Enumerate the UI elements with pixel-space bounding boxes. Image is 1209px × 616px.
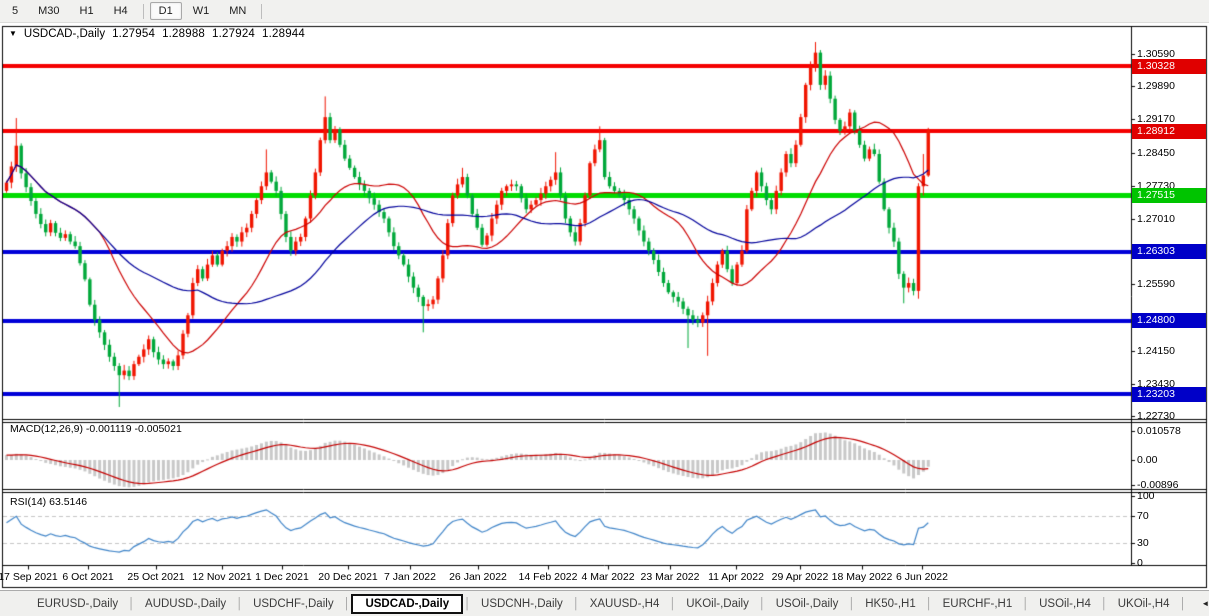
price-level-badge: 1.23203 [1132,387,1206,402]
tab-ukoil-daily[interactable]: UKOil-,Daily [677,595,758,613]
tab-separator: │ [343,598,352,610]
date-axis-label: 1 Dec 2021 [255,571,309,583]
date-axis-label: 20 Dec 2021 [318,571,378,583]
macd-axis-tick-label: -0.00896 [1137,479,1178,491]
toolbar-separator [261,4,262,19]
tab-separator: │ [463,598,472,610]
macd-axis-tick-label: 0.010578 [1137,425,1181,437]
tab-separator: │ [235,598,244,610]
chart-high-value: 1.28988 [162,28,205,40]
date-axis-label: 17 Sep 2021 [0,571,58,583]
rsi-axis-tick-label: 100 [1137,490,1155,502]
price-axis-tick-label: 1.29890 [1137,80,1175,92]
date-axis-label: 14 Feb 2022 [519,571,578,583]
date-axis-label: 7 Jan 2022 [384,571,436,583]
price-axis-tick-label: 1.28450 [1137,147,1175,159]
tab-scroll-arrows: │◄► [1179,598,1209,610]
tab-separator: │ [1179,598,1188,610]
timeframe-button-d1[interactable]: D1 [150,2,182,20]
symbol-tabbar: EURUSD-,Daily│AUDUSD-,Daily│USDCHF-,Dail… [0,590,1209,616]
tab-usdcad-daily[interactable]: USDCAD-,Daily [351,594,463,614]
chart-canvas[interactable] [0,0,1209,616]
tab-separator: │ [758,598,767,610]
tab-usdchf-daily[interactable]: USDCHF-,Daily [244,595,343,613]
tab-separator: │ [1021,598,1030,610]
date-axis-label: 18 May 2022 [832,571,893,583]
price-axis-tick-label: 1.25590 [1137,278,1175,290]
price-level-badge: 1.24800 [1132,313,1206,328]
tab-ukoil-h4[interactable]: UKOil-,H4 [1109,595,1179,613]
tab-hk50-h1[interactable]: HK50-,H1 [856,595,925,613]
price-axis-tick-label: 1.27010 [1137,213,1175,225]
timeframe-button-h4[interactable]: H4 [105,2,137,20]
tab-separator: │ [572,598,581,610]
tab-eurusd-daily[interactable]: EURUSD-,Daily [28,595,127,613]
macd-axis-tick-label: 0.00 [1137,454,1157,466]
chart-open-value: 1.27954 [112,28,155,40]
date-axis-label: 23 Mar 2022 [641,571,700,583]
date-axis-label: 26 Jan 2022 [449,571,507,583]
price-level-badge: 1.28912 [1132,124,1206,139]
chart-low-value: 1.27924 [212,28,255,40]
tab-audusd-daily[interactable]: AUDUSD-,Daily [136,595,235,613]
timeframe-toolbar: 5M30H1H4 D1W1MN [0,0,1209,23]
rsi-axis-tick-label: 30 [1137,537,1149,549]
chart-close-value: 1.28944 [262,28,305,40]
toolbar-separator [143,4,144,19]
price-axis-tick-label: 1.24150 [1137,345,1175,357]
timeframe-button-mn[interactable]: MN [220,2,255,20]
tab-scroll-left-icon[interactable]: ◄ [1201,599,1209,608]
tab-separator: │ [925,598,934,610]
chart-title-row: ▼ USDCAD-,Daily 1.27954 1.28988 1.27924 … [9,28,305,40]
date-axis-label: 11 Apr 2022 [708,571,764,583]
trading-terminal-window: 5M30H1H4 D1W1MN ▼ USDCAD-,Daily 1.27954 1… [0,0,1209,616]
tab-xauusd-h4[interactable]: XAUUSD-,H4 [581,595,669,613]
price-level-badge: 1.27515 [1132,188,1206,203]
date-axis-label: 29 Apr 2022 [772,571,829,583]
macd-values: -0.001119 -0.005021 [86,423,182,435]
tab-usdcnh-daily[interactable]: USDCNH-,Daily [472,595,572,613]
rsi-axis-tick-label: 0 [1137,557,1143,569]
tab-separator: │ [1100,598,1109,610]
timeframe-button-h1[interactable]: H1 [71,2,103,20]
date-axis-label: 6 Jun 2022 [896,571,948,583]
tab-separator: │ [127,598,136,610]
tab-usoil-daily[interactable]: USOil-,Daily [767,595,848,613]
date-axis-label: 25 Oct 2021 [127,571,184,583]
date-axis-label: 6 Oct 2021 [62,571,113,583]
chart-dropdown-caret[interactable]: ▼ [9,30,17,38]
timeframe-button-m30[interactable]: M30 [29,2,68,20]
price-axis-tick-label: 1.22730 [1137,410,1175,422]
tab-separator: │ [847,598,856,610]
tab-separator: │ [668,598,677,610]
chart-symbol-title: USDCAD-,Daily [24,28,105,40]
tab-usoil-h4[interactable]: USOil-,H4 [1030,595,1100,613]
date-axis-label: 12 Nov 2021 [192,571,252,583]
price-level-badge: 1.26303 [1132,244,1206,259]
timeframe-button-w1[interactable]: W1 [184,2,219,20]
date-axis-label: 4 Mar 2022 [581,571,634,583]
rsi-indicator-label: RSI(14) 63.5146 [10,496,87,508]
price-level-badge: 1.30328 [1132,59,1206,74]
timeframe-button-5[interactable]: 5 [3,2,27,20]
macd-indicator-label: MACD(12,26,9) -0.001119 -0.005021 [10,423,182,435]
rsi-axis-tick-label: 70 [1137,510,1149,522]
tab-eurchf-h1[interactable]: EURCHF-,H1 [934,595,1022,613]
rsi-value: 63.5146 [49,496,87,508]
